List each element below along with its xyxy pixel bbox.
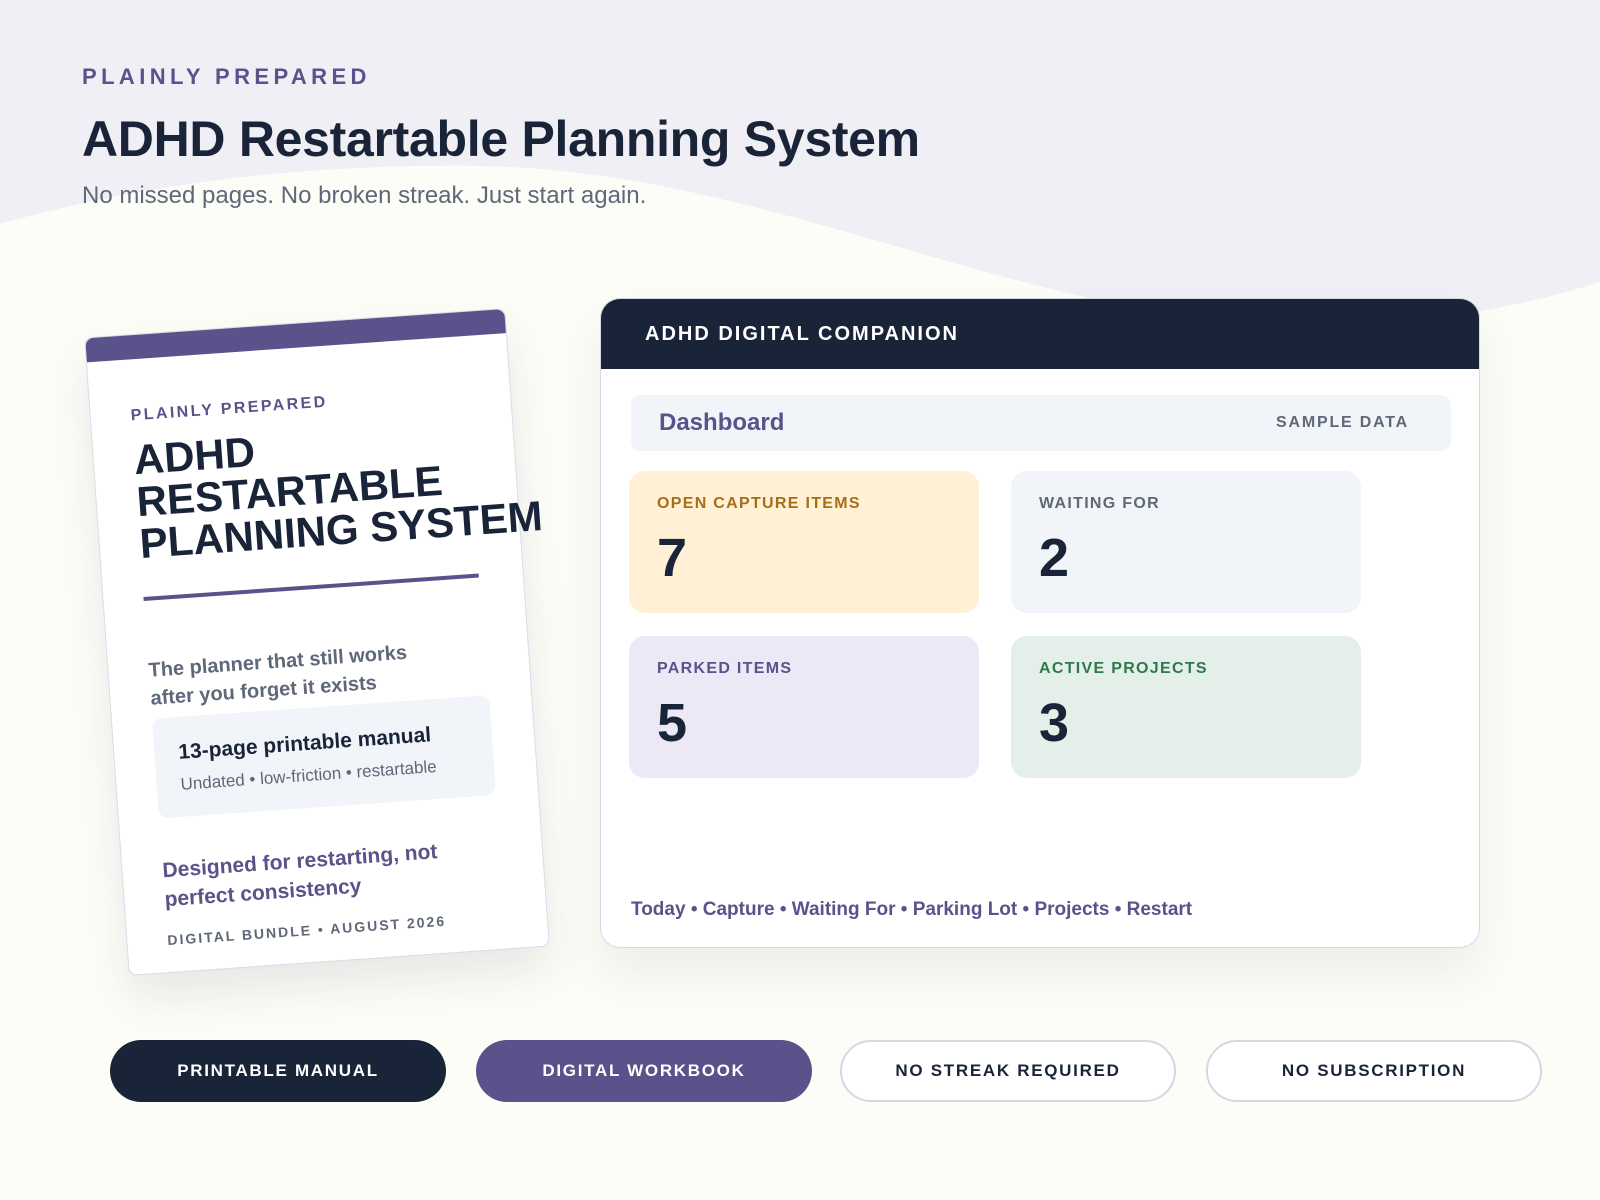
cover-info-box: 13-page printable manual Undated • low-f… bbox=[151, 695, 497, 819]
manual-cover-card: PLAINLY PREPARED ADHD RESTARTABLE PLANNI… bbox=[84, 308, 550, 976]
digital-workbook-pill: DIGITAL WORKBOOK bbox=[476, 1040, 812, 1102]
digital-companion-panel: ADHD DIGITAL COMPANION Dashboard SAMPLE … bbox=[600, 298, 1480, 948]
cover-divider bbox=[143, 573, 479, 601]
stat-label: OPEN CAPTURE ITEMS bbox=[657, 495, 861, 512]
stat-label: ACTIVE PROJECTS bbox=[1039, 660, 1208, 677]
stat-label: PARKED ITEMS bbox=[657, 660, 793, 677]
stat-card-open-capture: OPEN CAPTURE ITEMS 7 bbox=[629, 471, 979, 613]
stat-value: 5 bbox=[657, 693, 688, 753]
dashboard-title: Dashboard bbox=[659, 409, 785, 436]
stat-card-active-projects: ACTIVE PROJECTS 3 bbox=[1011, 636, 1361, 778]
no-streak-required-pill: NO STREAK REQUIRED bbox=[840, 1040, 1176, 1102]
printable-manual-pill: PRINTABLE MANUAL bbox=[110, 1040, 446, 1102]
dashboard-bar: Dashboard SAMPLE DATA bbox=[631, 395, 1451, 451]
page-title: ADHD Restartable Planning System bbox=[82, 111, 920, 167]
stat-value: 7 bbox=[657, 528, 688, 588]
stat-value: 2 bbox=[1039, 528, 1070, 588]
cover-brand: PLAINLY PREPARED bbox=[130, 393, 329, 425]
panel-title: ADHD DIGITAL COMPANION bbox=[645, 322, 959, 345]
brand-name: PLAINLY PREPARED bbox=[82, 64, 371, 89]
panel-header: ADHD DIGITAL COMPANION bbox=[601, 299, 1479, 369]
no-subscription-pill: NO SUBSCRIPTION bbox=[1206, 1040, 1542, 1102]
page-subtitle: No missed pages. No broken streak. Just … bbox=[82, 182, 647, 209]
cover-title: ADHD RESTARTABLE PLANNING SYSTEM bbox=[132, 409, 570, 567]
sample-data-label: SAMPLE DATA bbox=[1276, 414, 1409, 431]
cover-slogan: Designed for restarting, not perfect con… bbox=[161, 840, 439, 912]
stat-value: 3 bbox=[1039, 693, 1070, 753]
cover-footer: DIGITAL BUNDLE • AUGUST 2026 bbox=[166, 912, 447, 949]
page-header: PLAINLY PREPARED ADHD Restartable Planni… bbox=[82, 64, 920, 210]
section-nav-list: Today • Capture • Waiting For • Parking … bbox=[631, 899, 1193, 920]
stat-card-waiting-for: WAITING FOR 2 bbox=[1011, 471, 1361, 613]
stat-label: WAITING FOR bbox=[1039, 495, 1160, 512]
stat-card-parked-items: PARKED ITEMS 5 bbox=[629, 636, 979, 778]
